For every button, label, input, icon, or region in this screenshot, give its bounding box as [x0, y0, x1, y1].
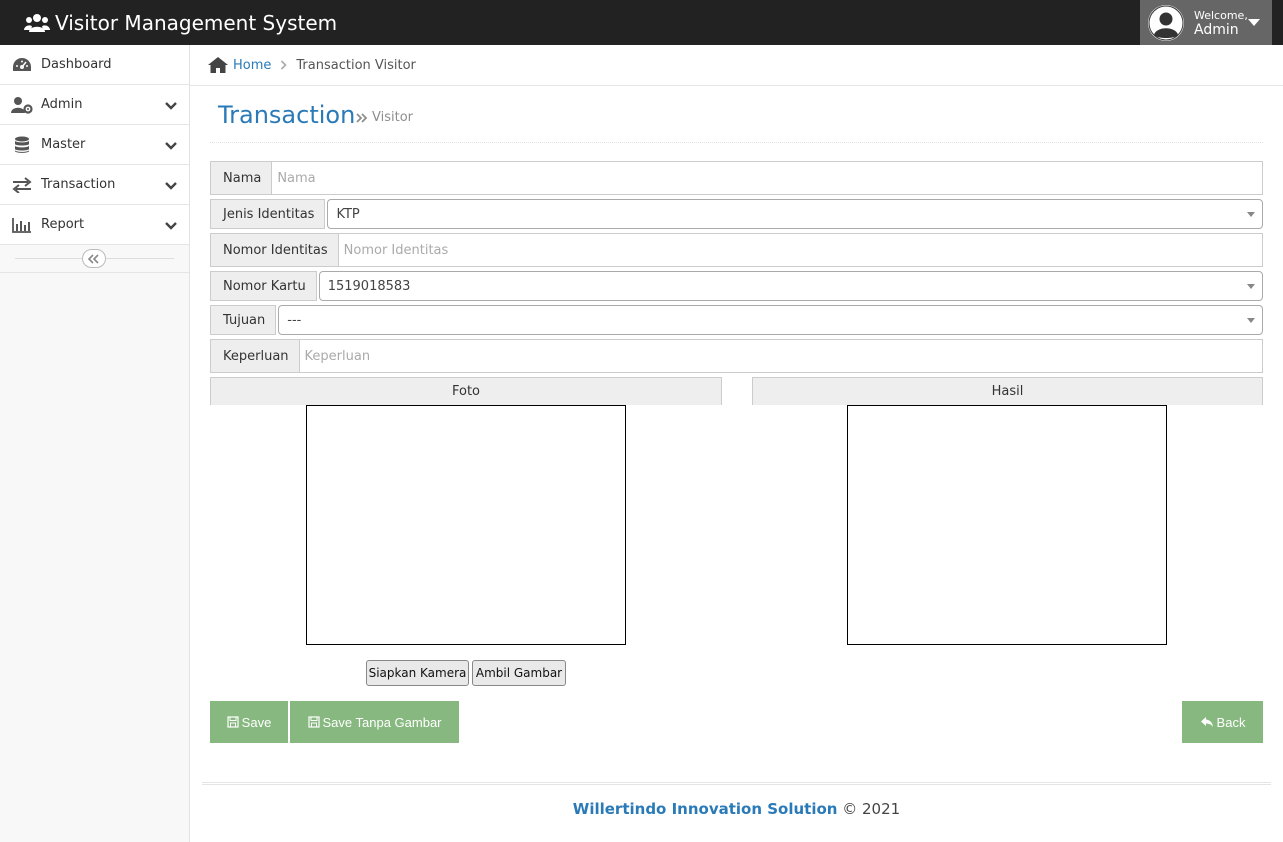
- home-icon: [207, 56, 229, 74]
- database-icon: [11, 136, 33, 154]
- save-icon: [227, 716, 239, 728]
- caret-down-icon: [1248, 19, 1260, 26]
- sidebar-item-dashboard[interactable]: Dashboard: [0, 45, 189, 85]
- foto-panel-header: Foto: [210, 377, 722, 405]
- footer-company: Willertindo Innovation Solution: [572, 800, 838, 818]
- form-row-jenis-identitas: Jenis Identitas KTP: [210, 199, 1263, 229]
- tujuan-select[interactable]: ---: [278, 305, 1263, 335]
- nomor-kartu-select[interactable]: 1519018583: [318, 271, 1263, 301]
- form-row-keperluan: Keperluan Keperluan: [210, 339, 1263, 373]
- page-subtitle: Visitor: [372, 110, 413, 125]
- user-avatar-icon: [1148, 5, 1184, 40]
- form-row-nama: Nama Nama: [210, 161, 1263, 195]
- welcome-label: Welcome,: [1194, 8, 1248, 22]
- result-preview: [847, 405, 1167, 645]
- double-chevron-right-icon: [356, 112, 368, 123]
- bar-chart-icon: [11, 216, 33, 234]
- double-chevron-left-icon: [87, 253, 99, 264]
- nama-label: Nama: [210, 161, 273, 195]
- sidebar-item-label: Dashboard: [41, 57, 112, 72]
- footer-divider: [202, 782, 1271, 785]
- sidebar-item-label: Master: [41, 137, 86, 152]
- sidebar-item-transaction[interactable]: Transaction: [0, 165, 189, 205]
- users-icon: [24, 13, 50, 33]
- chevron-down-icon: [165, 180, 177, 195]
- nomor-kartu-label: Nomor Kartu: [210, 271, 317, 301]
- brand[interactable]: Visitor Management System: [24, 0, 337, 45]
- nama-input[interactable]: Nama: [272, 161, 1263, 195]
- save-tanpa-gambar-label: Save Tanpa Gambar: [322, 714, 442, 730]
- nomor-kartu-value: 1519018583: [327, 278, 411, 294]
- dashboard-icon: [11, 56, 33, 74]
- sidebar-item-report[interactable]: Report: [0, 205, 189, 245]
- sidebar-item-label: Report: [41, 217, 85, 232]
- nomor-identitas-input[interactable]: Nomor Identitas: [338, 233, 1263, 267]
- back-label: Back: [1216, 714, 1246, 730]
- footer-copyright: © 2021: [842, 800, 901, 818]
- chevron-down-icon: [165, 140, 177, 155]
- sidebar-collapse-button[interactable]: [82, 249, 106, 268]
- keperluan-input[interactable]: Keperluan: [299, 339, 1263, 373]
- page-header: Transaction Visitor: [210, 99, 1263, 143]
- chevron-down-icon: [165, 100, 177, 115]
- breadcrumb: Home Transaction Visitor: [190, 45, 1283, 86]
- user-menu[interactable]: Welcome, Admin: [1140, 0, 1272, 45]
- user-gear-icon: [11, 96, 33, 114]
- jenis-identitas-value: KTP: [336, 206, 360, 222]
- save-icon: [307, 716, 320, 728]
- breadcrumb-home-link[interactable]: Home: [233, 58, 271, 73]
- avatar: [1148, 4, 1184, 41]
- form-row-nomor-kartu: Nomor Kartu 1519018583: [210, 271, 1263, 301]
- nomor-identitas-label: Nomor Identitas: [210, 233, 339, 267]
- camera-preview: [306, 405, 626, 645]
- tujuan-label: Tujuan: [210, 305, 277, 335]
- footer: Willertindo Innovation Solution © 2021: [190, 800, 1283, 818]
- exchange-icon: [11, 176, 33, 194]
- select-arrow-icon: [1247, 212, 1255, 217]
- sidebar-item-label: Admin: [41, 97, 83, 112]
- jenis-identitas-label: Jenis Identitas: [210, 199, 326, 229]
- ambil-gambar-button[interactable]: Ambil Gambar: [472, 660, 566, 686]
- save-button[interactable]: Save: [210, 701, 288, 743]
- sidebar-item-admin[interactable]: Admin: [0, 85, 189, 125]
- user-name: Admin: [1194, 21, 1239, 38]
- breadcrumb-current: Transaction Visitor: [296, 57, 416, 73]
- form-row-tujuan: Tujuan ---: [210, 305, 1263, 335]
- keperluan-label: Keperluan: [210, 339, 300, 373]
- chevron-down-icon: [165, 220, 177, 235]
- page-title: Transaction: [218, 101, 356, 129]
- hasil-panel-header: Hasil: [752, 377, 1263, 405]
- sidebar-item-master[interactable]: Master: [0, 125, 189, 165]
- reply-icon: [1200, 716, 1214, 728]
- jenis-identitas-select[interactable]: KTP: [327, 199, 1263, 229]
- sidebar-item-label: Transaction: [41, 177, 116, 192]
- back-button[interactable]: Back: [1182, 701, 1263, 743]
- chevron-right-icon: [280, 60, 288, 70]
- brand-title: Visitor Management System: [55, 10, 338, 35]
- sidebar: Dashboard Admin Master Transaction Repor…: [0, 45, 190, 842]
- sidebar-collapse-row: [0, 245, 189, 273]
- top-navbar: Visitor Management System Welcome, Admin: [0, 0, 1283, 45]
- save-label: Save: [241, 714, 272, 730]
- save-tanpa-gambar-button[interactable]: Save Tanpa Gambar: [290, 701, 459, 743]
- tujuan-value: ---: [287, 312, 302, 328]
- form-row-nomor-identitas: Nomor Identitas Nomor Identitas: [210, 233, 1263, 267]
- select-arrow-icon: [1247, 318, 1255, 323]
- siapkan-kamera-button[interactable]: Siapkan Kamera: [366, 660, 469, 686]
- select-arrow-icon: [1247, 284, 1255, 289]
